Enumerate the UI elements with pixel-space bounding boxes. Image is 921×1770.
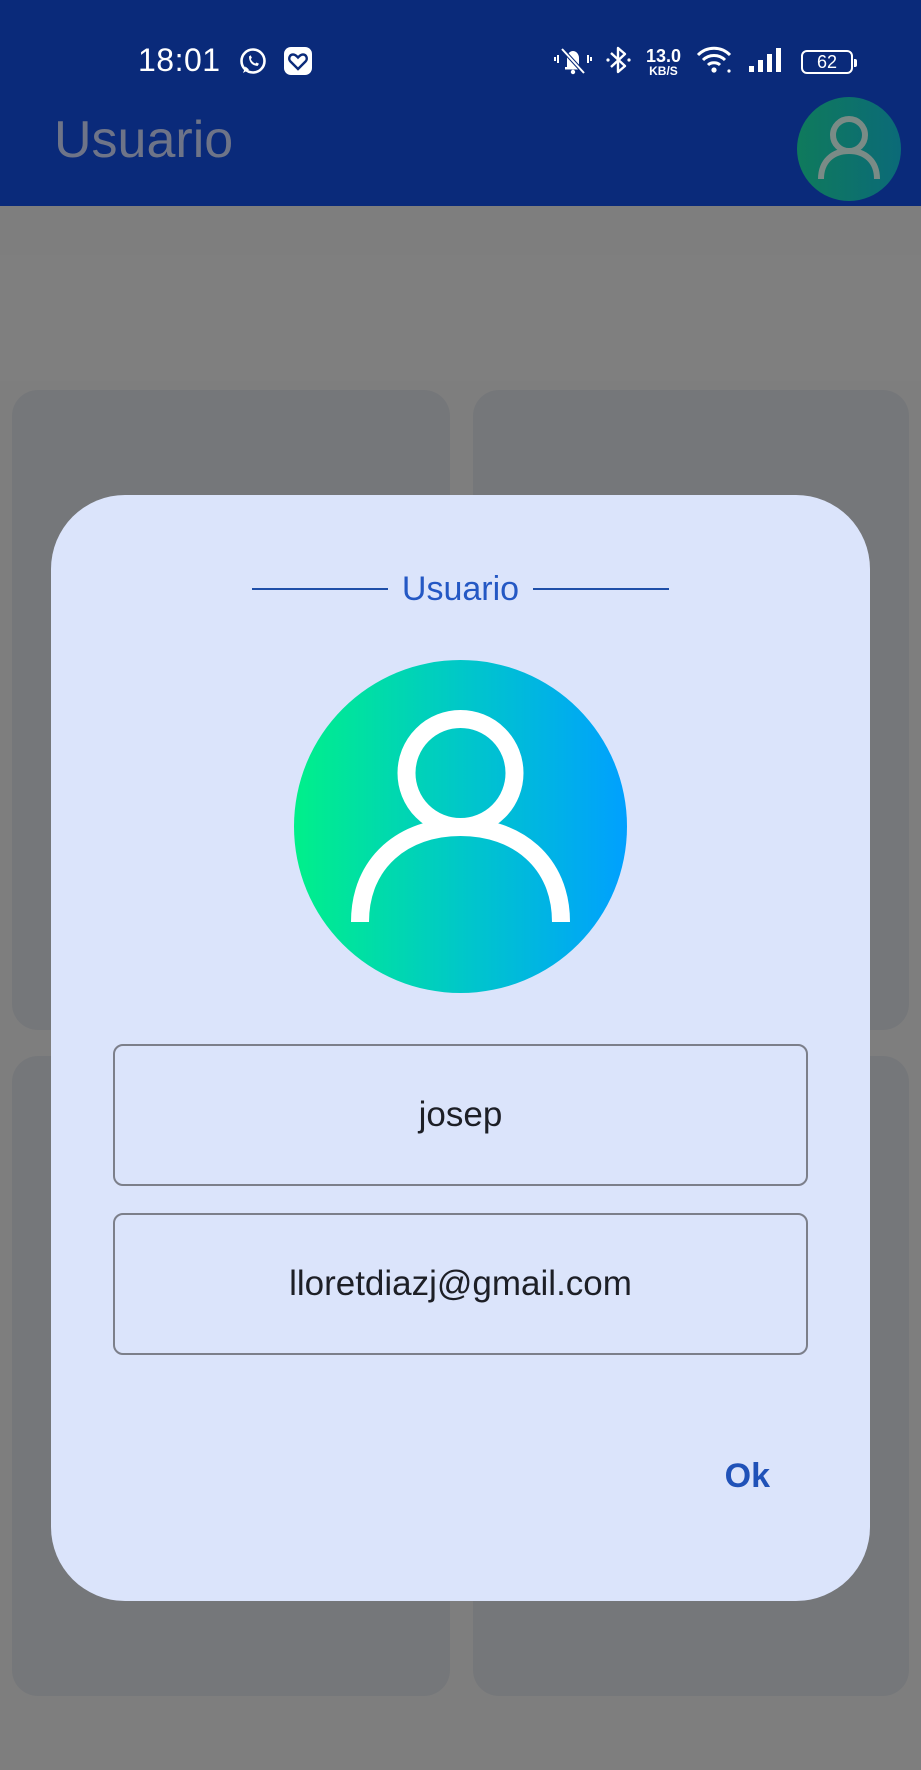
- battery-indicator: 62: [801, 50, 857, 74]
- app-bar-title: Usuario: [54, 111, 234, 169]
- email-value: lloretdiazj@gmail.com: [289, 1264, 632, 1303]
- user-dialog: Usuario josep lloretdiazj@gmail.com Ok: [51, 495, 870, 1601]
- screen: 18:01 13.0 KB/S 62 Usuario Usuario josep…: [0, 0, 921, 1770]
- username-value: josep: [418, 1095, 503, 1134]
- user-avatar-icon: [294, 660, 627, 993]
- status-time: 18:01: [138, 42, 221, 78]
- silent-icon: [553, 44, 592, 81]
- network-speed: 13.0 KB/S: [646, 47, 681, 77]
- dialog-header: Usuario: [51, 567, 870, 611]
- email-field[interactable]: lloretdiazj@gmail.com: [113, 1213, 808, 1355]
- divider-line: [251, 588, 388, 590]
- network-speed-unit: KB/S: [649, 64, 678, 78]
- status-right-group: 13.0 KB/S 62: [553, 44, 857, 81]
- user-avatar-icon[interactable]: [797, 97, 901, 201]
- whatsapp-icon: [238, 46, 268, 76]
- username-field[interactable]: josep: [113, 1044, 808, 1186]
- status-bar: 18:01 13.0 KB/S 62: [0, 30, 921, 92]
- wifi-icon: [695, 44, 733, 81]
- signal-icon: [747, 44, 787, 81]
- bluetooth-icon: [606, 44, 632, 81]
- dialog-title: Usuario: [401, 569, 520, 608]
- network-speed-value: 13.0: [645, 46, 681, 66]
- heart-app-icon: [283, 46, 313, 76]
- app-bar: 18:01 13.0 KB/S 62 Usuario: [0, 0, 921, 206]
- divider-line: [533, 588, 670, 590]
- ok-button[interactable]: Ok: [725, 1457, 770, 1496]
- battery-level: 62: [816, 51, 838, 72]
